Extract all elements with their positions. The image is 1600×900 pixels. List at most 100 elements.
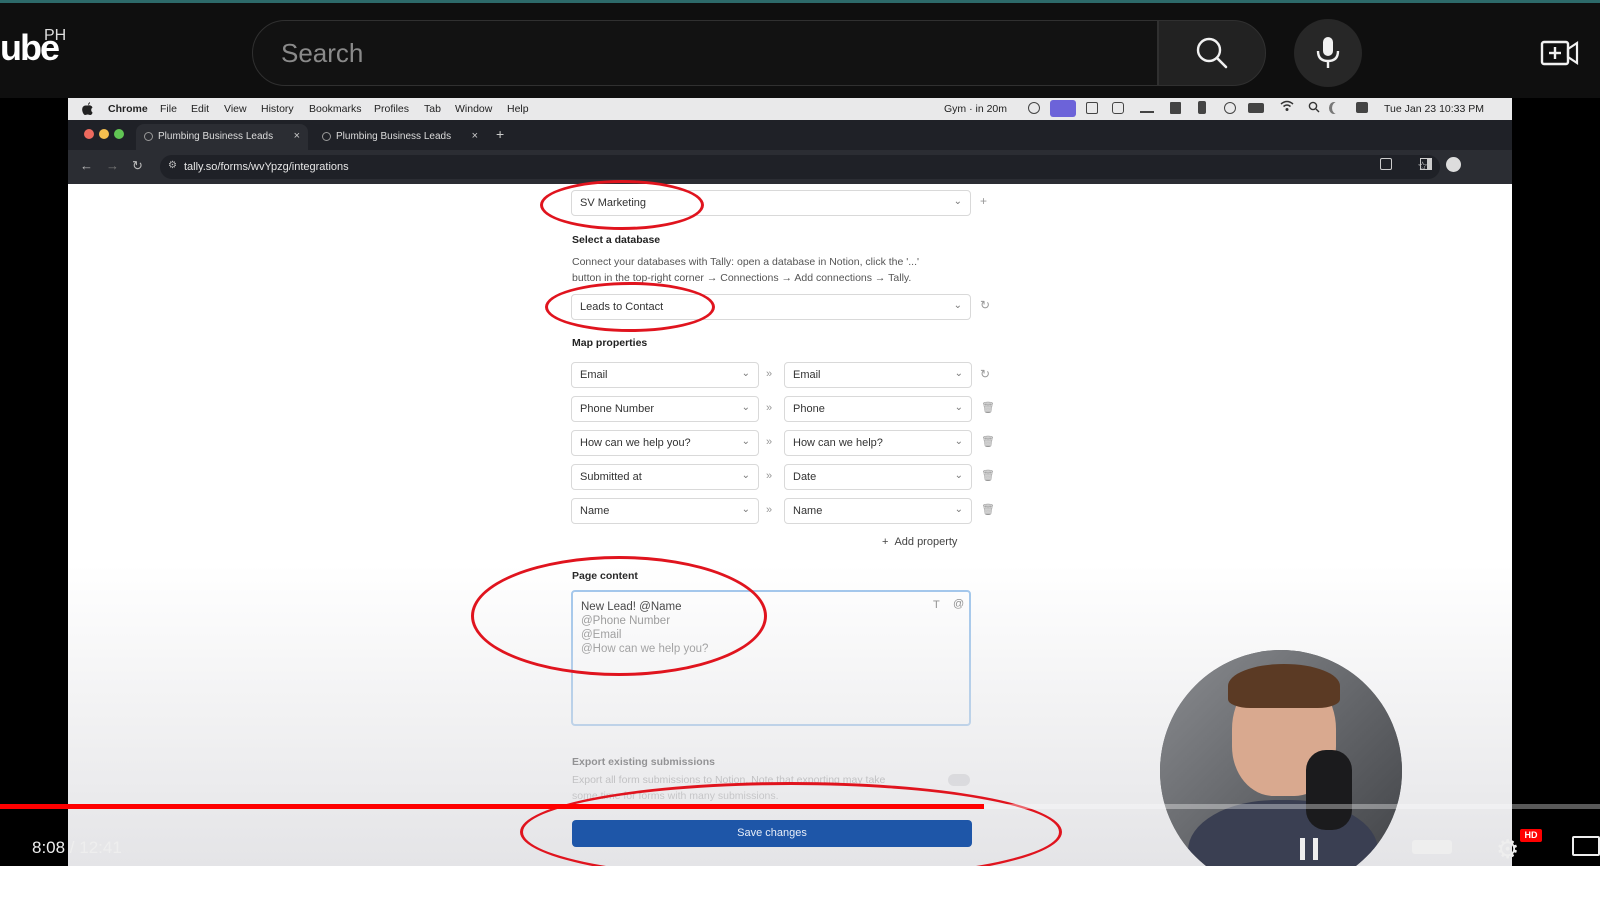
phone-icon[interactable] — [1198, 101, 1206, 114]
refresh-properties-icon[interactable]: ↻ — [980, 367, 990, 381]
presenter-webcam — [1160, 650, 1402, 892]
menu-tab[interactable]: Tab — [424, 103, 441, 115]
extensions-icon[interactable] — [1380, 158, 1392, 170]
screen-record-icon[interactable] — [1050, 100, 1076, 117]
create-video-button[interactable] — [1540, 35, 1580, 71]
settings-gear-icon[interactable]: ⚙ — [1496, 834, 1519, 865]
notion-menu-icon[interactable] — [1086, 102, 1098, 114]
pause-icon[interactable] — [1300, 838, 1318, 860]
export-help-line-2: some time for forms with many submission… — [572, 790, 779, 802]
window-zoom-button[interactable] — [114, 129, 124, 139]
form-field-select[interactable]: Email ⌄ — [571, 362, 759, 388]
export-submissions-heading: Export existing submissions — [572, 756, 715, 768]
chevron-down-icon: ⌄ — [954, 402, 963, 413]
menu-edit[interactable]: Edit — [191, 103, 209, 115]
chrome-tab-strip: Plumbing Business Leads × Plumbing Busin… — [68, 120, 1512, 150]
trash-icon[interactable]: 🗑 — [981, 435, 995, 448]
add-property-button[interactable]: + Add property — [882, 536, 957, 548]
wifi-icon[interactable] — [1280, 100, 1294, 115]
youtube-header: ube PH — [0, 0, 1600, 98]
video-player[interactable]: Chrome File Edit View History Bookmarks … — [0, 98, 1600, 900]
trash-icon[interactable]: 🗑 — [981, 469, 995, 482]
voice-search-button[interactable] — [1294, 19, 1362, 87]
menu-view[interactable]: View — [224, 103, 247, 115]
layout-icon[interactable] — [1170, 102, 1181, 114]
text-format-icon[interactable]: T — [933, 598, 940, 612]
workspace-select[interactable]: SV Marketing ⌄ — [571, 190, 971, 216]
menu-clock[interactable]: Tue Jan 23 10:33 PM — [1384, 103, 1484, 115]
form-field-select[interactable]: How can we help you? ⌄ — [571, 430, 759, 456]
control-center-icon[interactable] — [1356, 102, 1368, 113]
new-tab-button[interactable]: + — [496, 126, 504, 142]
stats-icon[interactable] — [1140, 103, 1154, 113]
page-content-line-4: @How can we help you? — [581, 643, 709, 655]
page-content-line-3: @Email — [581, 629, 622, 641]
notion-property-select[interactable]: Phone ⌄ — [784, 396, 972, 422]
progress-bar-played — [0, 804, 984, 809]
workspace-select-value: SV Marketing — [580, 197, 647, 209]
mac-menu-bar: Chrome File Edit View History Bookmarks … — [68, 98, 1512, 120]
back-arrow-icon[interactable]: ← — [80, 158, 93, 173]
url-text: tally.so/forms/wvYpzg/integrations — [184, 161, 349, 173]
notion-property-select[interactable]: Email ⌄ — [784, 362, 972, 388]
side-panel-icon[interactable] — [1420, 158, 1432, 170]
chevron-down-icon: ⌄ — [741, 368, 750, 379]
form-field-select[interactable]: Submitted at ⌄ — [571, 464, 759, 490]
tab-inactive[interactable]: Plumbing Business Leads × — [314, 124, 486, 150]
menu-app-name[interactable]: Chrome — [108, 103, 148, 115]
profile-avatar[interactable] — [1446, 157, 1461, 172]
miniplayer-icon[interactable] — [1572, 836, 1600, 856]
menu-help[interactable]: Help — [507, 103, 529, 115]
chevron-down-icon: ⌄ — [954, 436, 963, 447]
search-input[interactable] — [281, 35, 1101, 71]
tab-active[interactable]: Plumbing Business Leads × — [136, 124, 308, 150]
chevron-down-icon: ⌄ — [954, 368, 963, 379]
menu-profiles[interactable]: Profiles — [374, 103, 409, 115]
tally-favicon-icon — [322, 132, 331, 141]
calendar-event-status[interactable]: Gym · in 20m — [944, 103, 1007, 115]
mention-icon[interactable]: @ — [953, 597, 964, 611]
window-minimize-button[interactable] — [99, 129, 109, 139]
menu-file[interactable]: File — [160, 103, 177, 115]
form-field-select[interactable]: Name ⌄ — [571, 498, 759, 524]
notion-property-select[interactable]: Name ⌄ — [784, 498, 972, 524]
tab-close-icon[interactable]: × — [294, 130, 300, 142]
progress-bar[interactable] — [0, 804, 1600, 809]
refresh-database-icon[interactable]: ↻ — [980, 298, 990, 312]
notion-property-select[interactable]: How can we help? ⌄ — [784, 430, 972, 456]
trash-icon[interactable]: 🗑 — [981, 401, 995, 414]
reload-icon[interactable]: ↻ — [132, 158, 143, 174]
chevron-down-icon: ⌄ — [741, 470, 750, 481]
chevron-down-icon: ⌄ — [741, 436, 750, 447]
notion-property-select[interactable]: Date ⌄ — [784, 464, 972, 490]
export-toggle[interactable] — [948, 774, 970, 786]
forward-arrow-icon[interactable]: → — [106, 158, 119, 173]
spotlight-search-icon[interactable] — [1308, 101, 1320, 116]
window-close-button[interactable] — [84, 129, 94, 139]
database-select-value: Leads to Contact — [580, 301, 664, 313]
sync-status-icon[interactable] — [1028, 102, 1040, 114]
time-display: 8:08 / 12:41 — [32, 838, 122, 857]
export-help-line-1: Export all form submissions to Notion. N… — [572, 774, 886, 786]
save-changes-button[interactable]: Save changes — [572, 820, 972, 847]
menu-bookmarks[interactable]: Bookmarks — [309, 103, 362, 115]
app-menu-icon[interactable] — [1112, 102, 1124, 114]
play-icon[interactable] — [1224, 102, 1236, 114]
tab-close-icon[interactable]: × — [472, 130, 478, 142]
page-content-editor[interactable]: New Lead! @Name @Phone Number @Email @Ho… — [571, 590, 971, 726]
captions-icon[interactable] — [1412, 840, 1452, 854]
menu-window[interactable]: Window — [455, 103, 492, 115]
database-select[interactable]: Leads to Contact ⌄ — [571, 294, 971, 320]
focus-moon-icon[interactable] — [1332, 102, 1342, 114]
address-bar[interactable]: ⚙ tally.so/forms/wvYpzg/integrations ☆ — [160, 155, 1440, 179]
page-below-player — [0, 866, 1600, 900]
search-button[interactable] — [1158, 20, 1266, 86]
tab-label: Plumbing Business Leads — [336, 131, 452, 142]
trash-icon[interactable]: 🗑 — [981, 503, 995, 516]
menu-history[interactable]: History — [261, 103, 294, 115]
add-workspace-icon[interactable]: + — [980, 194, 987, 208]
site-info-icon[interactable]: ⚙ — [168, 160, 177, 171]
chrome-toolbar: ← → ↻ ⚙ tally.so/forms/wvYpzg/integratio… — [68, 150, 1512, 184]
form-field-select[interactable]: Phone Number ⌄ — [571, 396, 759, 422]
maps-to-arrow-icon: » — [766, 436, 773, 448]
